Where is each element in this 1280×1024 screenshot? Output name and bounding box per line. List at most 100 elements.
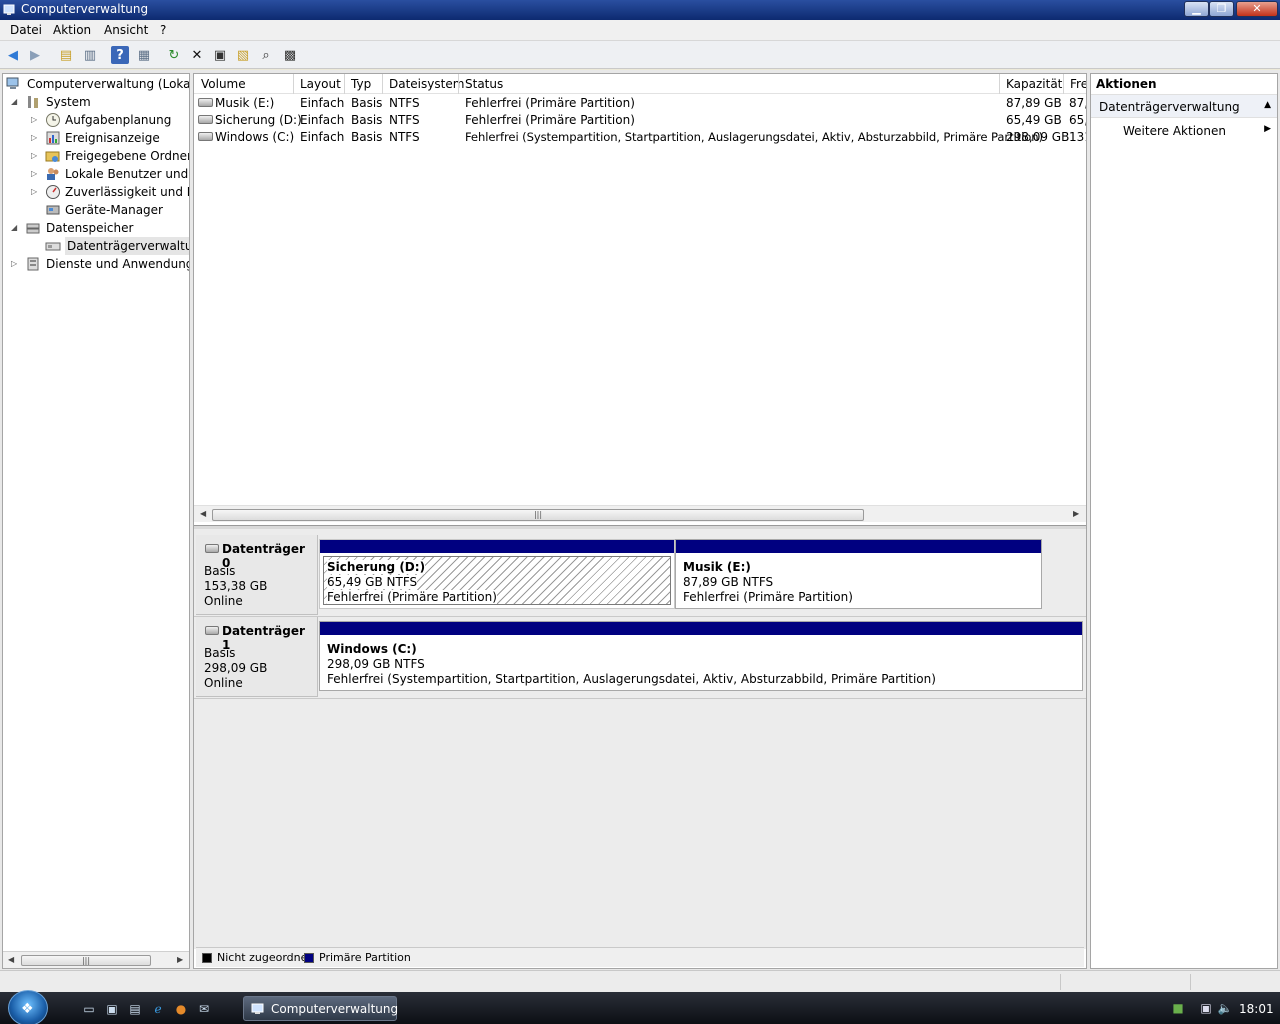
cell-layout: Einfach [300, 130, 345, 144]
computer-management-icon [3, 4, 15, 15]
expand-icon[interactable]: ▷ [31, 183, 40, 201]
main-content: Computerverwaltung (Lokal) ◢ System ▷ Au… [0, 70, 1280, 970]
minimize-icon: ▁ [1192, 2, 1201, 15]
scroll-left-icon[interactable]: ◀ [200, 509, 206, 518]
network-icon[interactable]: ▣ [1198, 1001, 1214, 1017]
column-divider[interactable] [344, 74, 345, 94]
drive-icon [198, 98, 213, 107]
column-divider[interactable] [999, 74, 1000, 94]
navigation-tree: Computerverwaltung (Lokal) ◢ System ▷ Au… [2, 73, 190, 969]
disk-type: Basis [204, 564, 236, 578]
expand-icon[interactable]: ▷ [11, 255, 20, 273]
scroll-right-icon[interactable]: ▶ [177, 955, 183, 964]
tree-label: Dienste und Anwendungen [46, 257, 189, 271]
cell-type: Basis [351, 130, 383, 144]
tree-horizontal-scrollbar[interactable]: ◀ ||| ▶ [3, 951, 189, 968]
computer-icon [6, 77, 19, 89]
expand-icon[interactable]: ▷ [31, 111, 40, 129]
menu-datei[interactable]: Datei [10, 23, 42, 37]
table-row[interactable]: Musik (E:) Einfach Basis NTFS Fehlerfrei… [194, 95, 1086, 112]
section-label: Datenträgerverwaltung [1099, 100, 1240, 114]
scroll-thumb[interactable]: ||| [21, 955, 151, 966]
scroll-thumb[interactable]: ||| [212, 509, 864, 521]
clock[interactable]: 18:01 [1239, 1002, 1274, 1016]
minimize-button[interactable]: ▁ [1184, 1, 1209, 17]
partition-status: Fehlerfrei (Primäre Partition) [327, 590, 497, 604]
settings-icon[interactable]: ▩ [281, 46, 299, 64]
close-icon: ✕ [1252, 2, 1262, 15]
volume-icon[interactable]: 🔈 [1217, 1001, 1233, 1017]
close-button[interactable]: ✕ [1236, 1, 1278, 17]
switch-windows-icon[interactable]: ▣ [104, 1001, 120, 1017]
tree-label: Zuverlässigkeit und Leistung [65, 185, 189, 199]
column-header-filesystem[interactable]: Dateisystem [389, 77, 464, 91]
collapse-icon[interactable]: ◢ [11, 93, 20, 111]
properties-icon[interactable]: ▣ [211, 46, 229, 64]
windows-update-icon[interactable]: ■ [1170, 1001, 1186, 1017]
help-icon[interactable]: ? [111, 46, 129, 64]
back-icon[interactable]: ◀ [4, 46, 22, 64]
disk-size: 298,09 GB [204, 661, 268, 675]
column-divider[interactable] [293, 74, 294, 94]
table-row[interactable]: Windows (C:) Einfach Basis NTFS Fehlerfr… [194, 129, 1086, 146]
show-hide-tree-icon[interactable]: ▥ [81, 46, 99, 64]
disk-state: Online [204, 594, 243, 608]
open-folder-icon[interactable]: ▧ [234, 46, 252, 64]
internet-explorer-icon[interactable]: ℯ [150, 1001, 166, 1017]
show-hide-action-pane-icon[interactable]: ▦ [135, 46, 153, 64]
search-icon[interactable]: ⌕ [257, 46, 275, 64]
disk-1-label[interactable]: Datenträger 1 Basis 298,09 GB Online [196, 617, 318, 697]
column-header-free[interactable]: Fre [1070, 77, 1086, 91]
partition-musik-e[interactable]: Musik (E:) 87,89 GB NTFS Fehlerfrei (Pri… [675, 539, 1042, 609]
taskbar-button-computerverwaltung[interactable]: Computerverwaltung [243, 996, 398, 1021]
menu-aktion[interactable]: Aktion [53, 23, 91, 37]
expand-icon[interactable]: ▷ [31, 165, 40, 183]
cell-free: 131 [1069, 130, 1086, 144]
submenu-arrow-icon[interactable]: ▶ [1264, 124, 1271, 134]
table-row[interactable]: Sicherung (D:) Einfach Basis NTFS Fehler… [194, 112, 1086, 129]
column-divider[interactable] [1063, 74, 1064, 94]
toolbar: ◀ ▶ ▤ ▥ ? ▦ ↻ ✕ ▣ ▧ ⌕ ▩ [0, 41, 1280, 69]
collapse-up-icon[interactable]: ▲ [1264, 100, 1271, 110]
menu-ansicht[interactable]: Ansicht [104, 23, 148, 37]
column-header-capacity[interactable]: Kapazität [1006, 77, 1062, 91]
cell-volume: Windows (C:) [215, 130, 295, 144]
up-folder-icon[interactable]: ▤ [57, 46, 75, 64]
disk-0-label[interactable]: Datenträger 0 Basis 153,38 GB Online [196, 535, 318, 615]
clock-icon [46, 113, 60, 127]
expand-icon[interactable]: ▷ [31, 147, 40, 165]
computer-quicklaunch-icon[interactable]: ▤ [127, 1001, 143, 1017]
column-header-type[interactable]: Typ [351, 77, 371, 91]
volume-list-horizontal-scrollbar[interactable]: ◀ ||| ▶ [194, 505, 1086, 522]
column-divider[interactable] [382, 74, 383, 94]
cell-filesystem: NTFS [389, 96, 420, 110]
mail-icon[interactable]: ✉ [196, 1001, 212, 1017]
column-divider[interactable] [458, 74, 459, 94]
cell-free: 87,8 [1069, 96, 1086, 110]
partition-sicherung-d[interactable]: Sicherung (D:) 65,49 GB NTFS Fehlerfrei … [319, 539, 675, 609]
scroll-left-icon[interactable]: ◀ [8, 955, 14, 964]
column-header-volume[interactable]: Volume [201, 77, 246, 91]
maximize-button[interactable]: ❐ [1209, 1, 1234, 17]
action-more-actions[interactable]: Weitere Aktionen [1123, 124, 1226, 138]
partition-windows-c[interactable]: Windows (C:) 298,09 GB NTFS Fehlerfrei (… [319, 621, 1083, 691]
cell-status: Fehlerfrei (Primäre Partition) [465, 113, 635, 127]
firefox-icon[interactable]: ● [173, 1001, 189, 1017]
disk-type: Basis [204, 646, 236, 660]
show-desktop-icon[interactable]: ▭ [81, 1001, 97, 1017]
scroll-right-icon[interactable]: ▶ [1073, 509, 1079, 518]
collapse-icon[interactable]: ◢ [11, 219, 20, 237]
cell-layout: Einfach [300, 113, 345, 127]
start-button[interactable]: ❖ [8, 990, 48, 1024]
expand-icon[interactable]: ▷ [31, 129, 40, 147]
actions-pane: Aktionen Datenträgerverwaltung ▲ Weitere… [1090, 73, 1278, 969]
forward-icon[interactable]: ▶ [26, 46, 44, 64]
cell-volume: Musik (E:) [215, 96, 275, 110]
actions-section-disk-management[interactable]: Datenträgerverwaltung ▲ [1091, 94, 1277, 118]
refresh-icon[interactable]: ↻ [165, 46, 183, 64]
delete-icon[interactable]: ✕ [188, 46, 206, 64]
partition-status: Fehlerfrei (Primäre Partition) [683, 590, 853, 604]
column-header-layout[interactable]: Layout [300, 77, 341, 91]
column-header-status[interactable]: Status [465, 77, 503, 91]
menu-help[interactable]: ? [160, 23, 166, 37]
